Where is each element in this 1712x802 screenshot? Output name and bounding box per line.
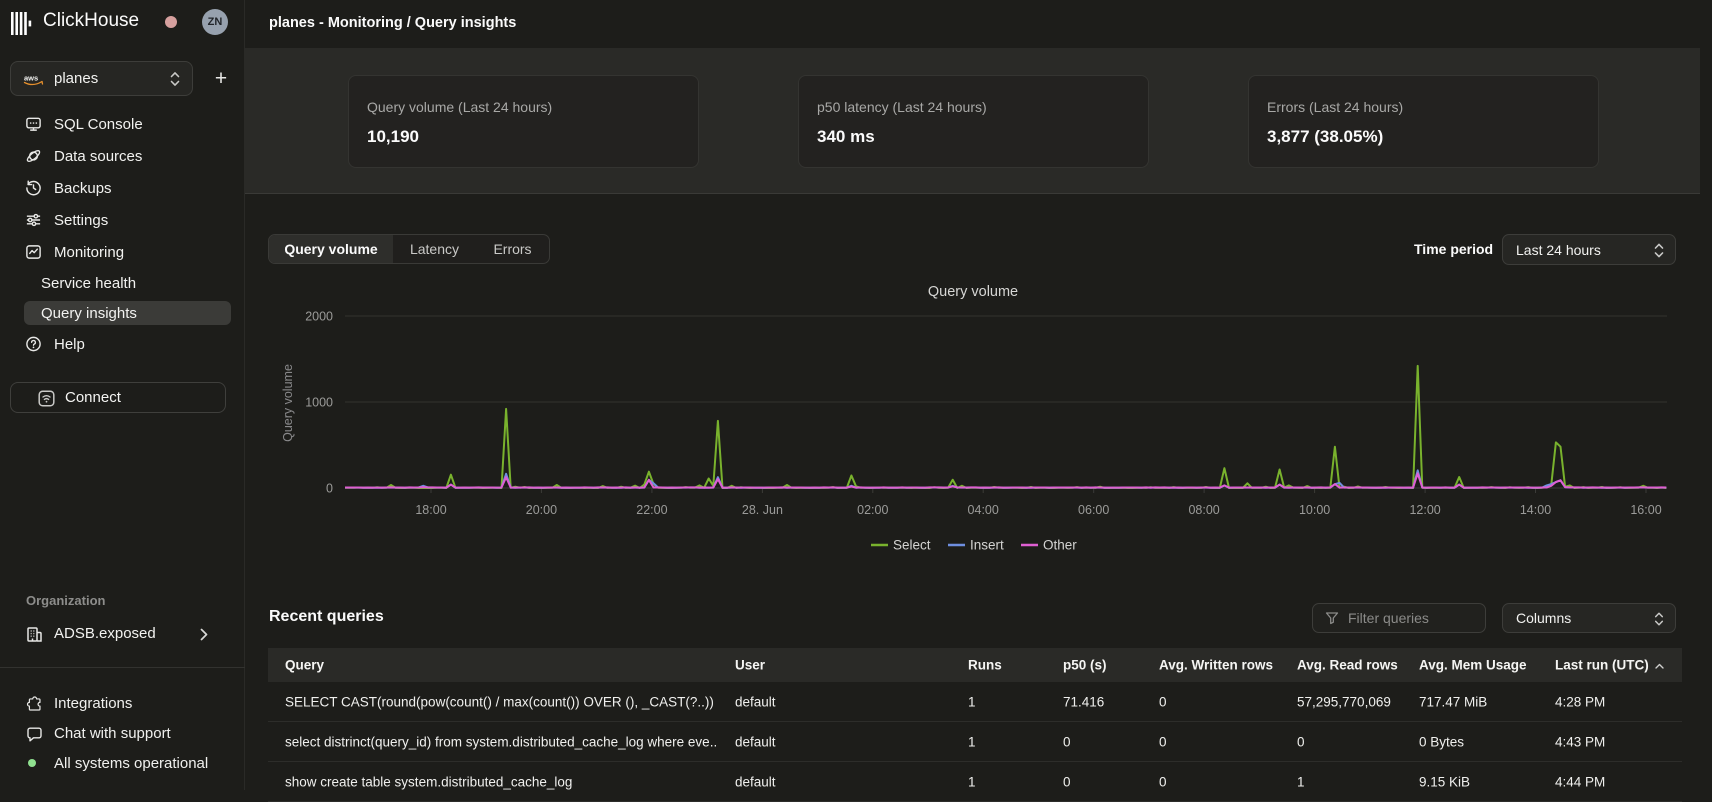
svg-text:04:00: 04:00	[968, 503, 999, 517]
svg-text:2000: 2000	[305, 310, 333, 324]
svg-text:12:00: 12:00	[1409, 503, 1440, 517]
svg-text:20:00: 20:00	[526, 503, 557, 517]
svg-text:Insert: Insert	[970, 538, 1004, 553]
svg-text:16:00: 16:00	[1630, 503, 1661, 517]
svg-text:Query volume: Query volume	[281, 364, 295, 442]
svg-text:22:00: 22:00	[636, 503, 667, 517]
svg-text:02:00: 02:00	[857, 503, 888, 517]
svg-text:06:00: 06:00	[1078, 503, 1109, 517]
svg-text:28. Jun: 28. Jun	[742, 503, 783, 517]
svg-text:aws: aws	[24, 73, 38, 82]
svg-text:10:00: 10:00	[1299, 503, 1330, 517]
svg-text:Other: Other	[1043, 538, 1077, 553]
svg-text:14:00: 14:00	[1520, 503, 1551, 517]
svg-text:Select: Select	[893, 538, 931, 553]
svg-text:Query volume: Query volume	[928, 284, 1018, 300]
svg-text:1000: 1000	[305, 396, 333, 410]
svg-text:18:00: 18:00	[415, 503, 446, 517]
svg-text:08:00: 08:00	[1188, 503, 1219, 517]
svg-text:0: 0	[326, 482, 333, 496]
